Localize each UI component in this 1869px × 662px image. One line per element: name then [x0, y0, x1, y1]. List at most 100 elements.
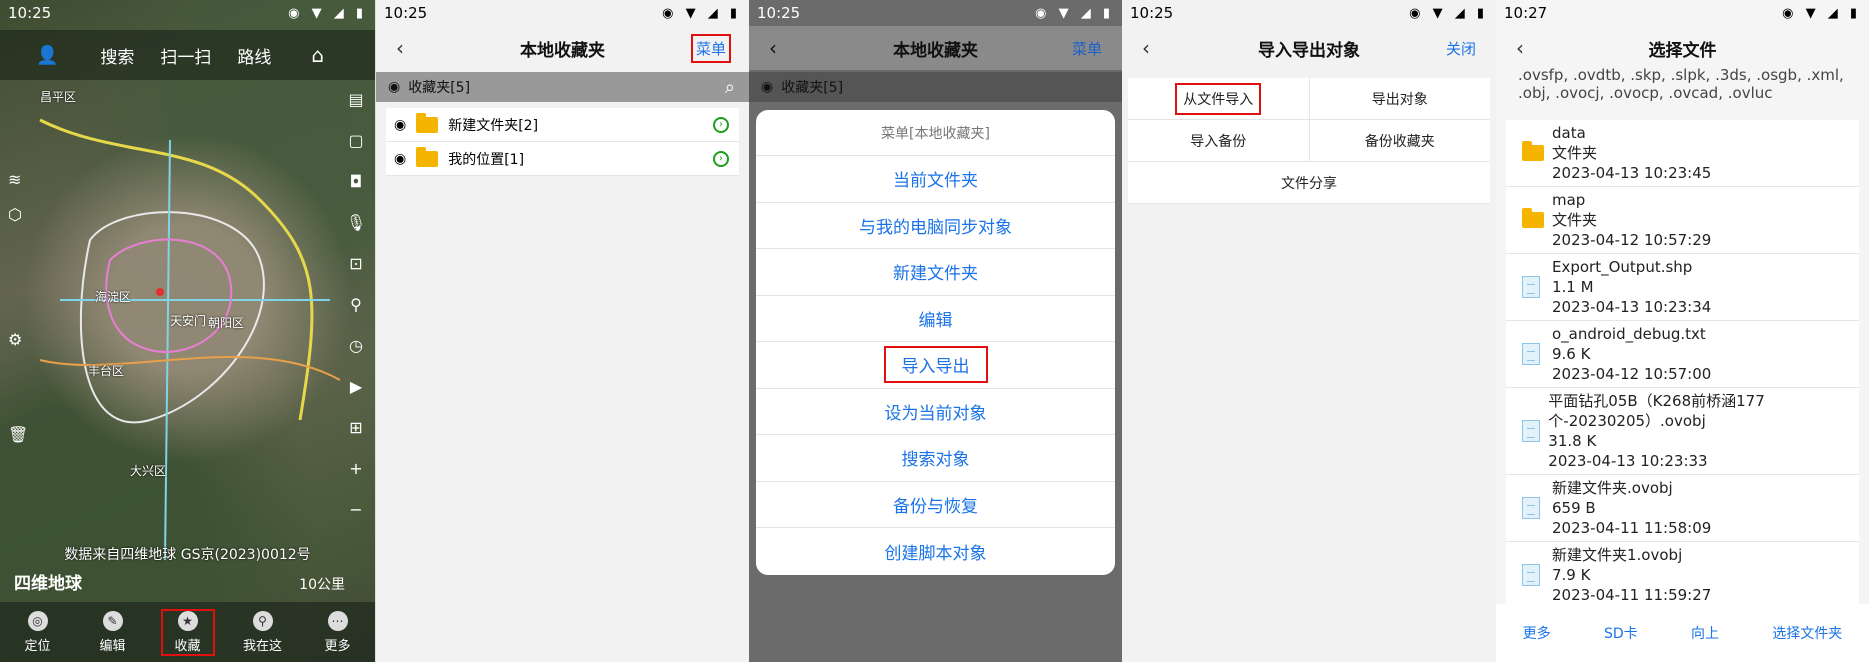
status-bar: 10:25 ◉ ▼ ◢ ▮	[1122, 0, 1496, 26]
file-row[interactable]: o_android_debug.txt 9.6 K 2023-04-12 10:57…	[1506, 321, 1859, 388]
menu-button[interactable]: 菜单	[1072, 38, 1102, 59]
more-button[interactable]: 更多	[1523, 623, 1551, 643]
file-chooser-screen: 10:27 ◉ ▼ ◢ ▮ ‹ 选择文件 .ovsfp, .ovdtb, .sk…	[1496, 0, 1869, 662]
cube-icon[interactable]: ⬡	[8, 205, 38, 224]
home-icon[interactable]: ⌂	[311, 43, 324, 67]
video-icon[interactable]: ▶	[350, 377, 362, 396]
tab-favorites[interactable]: ★ 收藏	[160, 608, 215, 656]
route-button[interactable]: 路线	[237, 43, 271, 68]
page-title: 导入导出对象	[1258, 40, 1360, 61]
file-info-line: 文件夹	[1552, 144, 1598, 162]
menu-item-backup[interactable]: 备份与恢复	[756, 482, 1115, 528]
tab-label: 编辑	[99, 638, 126, 654]
file-share-button[interactable]: 文件分享	[1128, 162, 1490, 203]
file-bottom-bar: 更多 SD卡 向上 选择文件夹	[1496, 604, 1869, 662]
back-icon[interactable]: ‹	[769, 36, 777, 60]
file-info-line: map	[1552, 191, 1586, 209]
star-icon: ★	[177, 610, 198, 631]
file-row[interactable]: 平面钻孔05B（K268前桥涵177个-20230205）.ovobj 31.8 …	[1506, 388, 1859, 475]
clock-icon[interactable]: ◷	[349, 336, 363, 355]
menu-item-search[interactable]: 搜索对象	[756, 435, 1115, 482]
map-left-tools: ≋ ⬡ ⚙ 🗑	[8, 170, 38, 444]
menu-item-sync[interactable]: 与我的电脑同步对象	[756, 203, 1115, 249]
up-button[interactable]: 向上	[1691, 623, 1719, 643]
back-icon[interactable]: ‹	[1142, 36, 1150, 60]
file-row[interactable]: map 文件夹 2023-04-12 10:57:29	[1506, 187, 1859, 254]
import-from-file-button[interactable]: 从文件导入	[1128, 78, 1310, 119]
back-icon[interactable]: ‹	[396, 36, 404, 60]
camera-icon[interactable]: ◘	[350, 172, 363, 191]
tab-more[interactable]: ⋯ 更多	[313, 610, 363, 654]
file-info-line: o_android_debug.txt	[1552, 325, 1706, 343]
menu-button[interactable]: 菜单	[690, 33, 732, 63]
tab-locate[interactable]: ◎ 定位	[13, 610, 63, 654]
menu-item-edit[interactable]: 编辑	[756, 296, 1115, 342]
tab-here[interactable]: ⚲ 我在这	[238, 610, 288, 654]
import-backup-button[interactable]: 导入备份	[1128, 120, 1310, 161]
eye-icon[interactable]: ◉	[388, 79, 400, 95]
select-folder-button[interactable]: 选择文件夹	[1772, 623, 1842, 643]
file-info: o_android_debug.txt 9.6 K 2023-04-12 10:57…	[1552, 324, 1711, 384]
folder-bar-label: 收藏夹[5]	[781, 80, 844, 96]
trash-icon[interactable]: 🗑	[8, 425, 38, 444]
file-row[interactable]: data 文件夹 2023-04-13 10:23:45	[1506, 120, 1859, 187]
folder-bar-label: 收藏夹[5]	[408, 80, 471, 96]
grid-icon[interactable]: ⊞	[349, 418, 362, 437]
file-info-line: 文件夹	[1552, 211, 1598, 229]
menu-screen: 10:25 ◉ ▼ ◢ ▮ ‹ 本地收藏夹 菜单 ◉ 收藏夹[5] 菜单[本地收…	[749, 0, 1122, 662]
status-time: 10:25	[1130, 4, 1174, 22]
map-label: 海淀区	[95, 290, 132, 304]
file-info-line: 2023-04-13 10:23:33	[1548, 452, 1708, 470]
list-item-label: 新建文件夹[2]	[448, 117, 539, 134]
eye-icon[interactable]: ◉	[394, 117, 406, 133]
page-title: 本地收藏夹	[520, 40, 605, 61]
book-icon[interactable]: ▤	[348, 90, 363, 109]
location-pin-icon[interactable]: ⚲	[350, 295, 362, 314]
file-info-line: 新建文件夹.ovobj	[1552, 479, 1673, 497]
nav-bar: ‹ 本地收藏夹 菜单	[749, 26, 1122, 70]
menu-item-new-folder[interactable]: 新建文件夹	[756, 249, 1115, 296]
mic-icon[interactable]: 🎙	[346, 213, 366, 232]
menu-item-script[interactable]: 创建脚本对象	[756, 528, 1115, 575]
chevron-right-icon[interactable]: ›	[713, 150, 729, 167]
eye-icon[interactable]: ◉	[394, 151, 406, 167]
scan-button[interactable]: 扫一扫	[160, 43, 211, 68]
file-info-line: data	[1552, 124, 1586, 142]
data-source-text: 数据来自四维地球 GS京(2023)0012号	[64, 547, 311, 563]
list-item[interactable]: ◉ 新建文件夹[2] ›	[386, 108, 739, 142]
file-info-line: 9.6 K	[1552, 345, 1591, 363]
folder-icon	[1522, 141, 1544, 161]
file-row[interactable]: 新建文件夹.ovobj 659 B 2023-04-11 11:58:09	[1506, 475, 1859, 542]
screenshot-icon[interactable]: ⊡	[349, 254, 362, 273]
map-scale: 10公里	[299, 577, 345, 593]
file-row[interactable]: 新建文件夹1.ovobj 7.9 K 2023-04-11 11:59:27	[1506, 542, 1859, 609]
list-item-label: 我的位置[1]	[448, 151, 525, 168]
document-icon	[1522, 276, 1540, 298]
document-icon	[1522, 343, 1540, 365]
import-export-options: 从文件导入 导出对象 导入备份 备份收藏夹 文件分享	[1128, 78, 1490, 204]
zoom-out-icon[interactable]: −	[349, 500, 362, 519]
backup-favorites-button[interactable]: 备份收藏夹	[1310, 120, 1491, 161]
tab-edit[interactable]: ✎ 编辑	[88, 610, 138, 654]
back-icon[interactable]: ‹	[1516, 36, 1524, 60]
user-icon[interactable]: 👤	[36, 45, 58, 66]
folder-icon	[1522, 208, 1544, 228]
menu-item-import-export[interactable]: 导入导出	[756, 342, 1115, 389]
sd-card-button[interactable]: SD卡	[1604, 623, 1638, 643]
search-button[interactable]: 搜索	[100, 43, 134, 68]
gear-icon[interactable]: ⚙	[8, 330, 38, 349]
frame-icon[interactable]: ▢	[348, 131, 363, 150]
file-row[interactable]: Export_Output.shp 1.1 M 2023-04-13 10:23:3…	[1506, 254, 1859, 321]
list-item[interactable]: ◉ 我的位置[1] ›	[386, 142, 739, 176]
more-icon: ⋯	[327, 610, 348, 631]
zoom-in-icon[interactable]: +	[349, 459, 362, 478]
document-icon	[1522, 564, 1540, 586]
layers-icon[interactable]: ≋	[8, 170, 38, 189]
close-button[interactable]: 关闭	[1446, 38, 1476, 59]
menu-item-set-current[interactable]: 设为当前对象	[756, 389, 1115, 435]
search-icon[interactable]: ⌕	[725, 77, 735, 98]
file-info: 平面钻孔05B（K268前桥涵177个-20230205）.ovobj 31.8 …	[1548, 391, 1859, 471]
export-objects-button[interactable]: 导出对象	[1310, 78, 1491, 119]
menu-item-current-folder[interactable]: 当前文件夹	[756, 156, 1115, 203]
chevron-right-icon[interactable]: ›	[713, 116, 729, 133]
